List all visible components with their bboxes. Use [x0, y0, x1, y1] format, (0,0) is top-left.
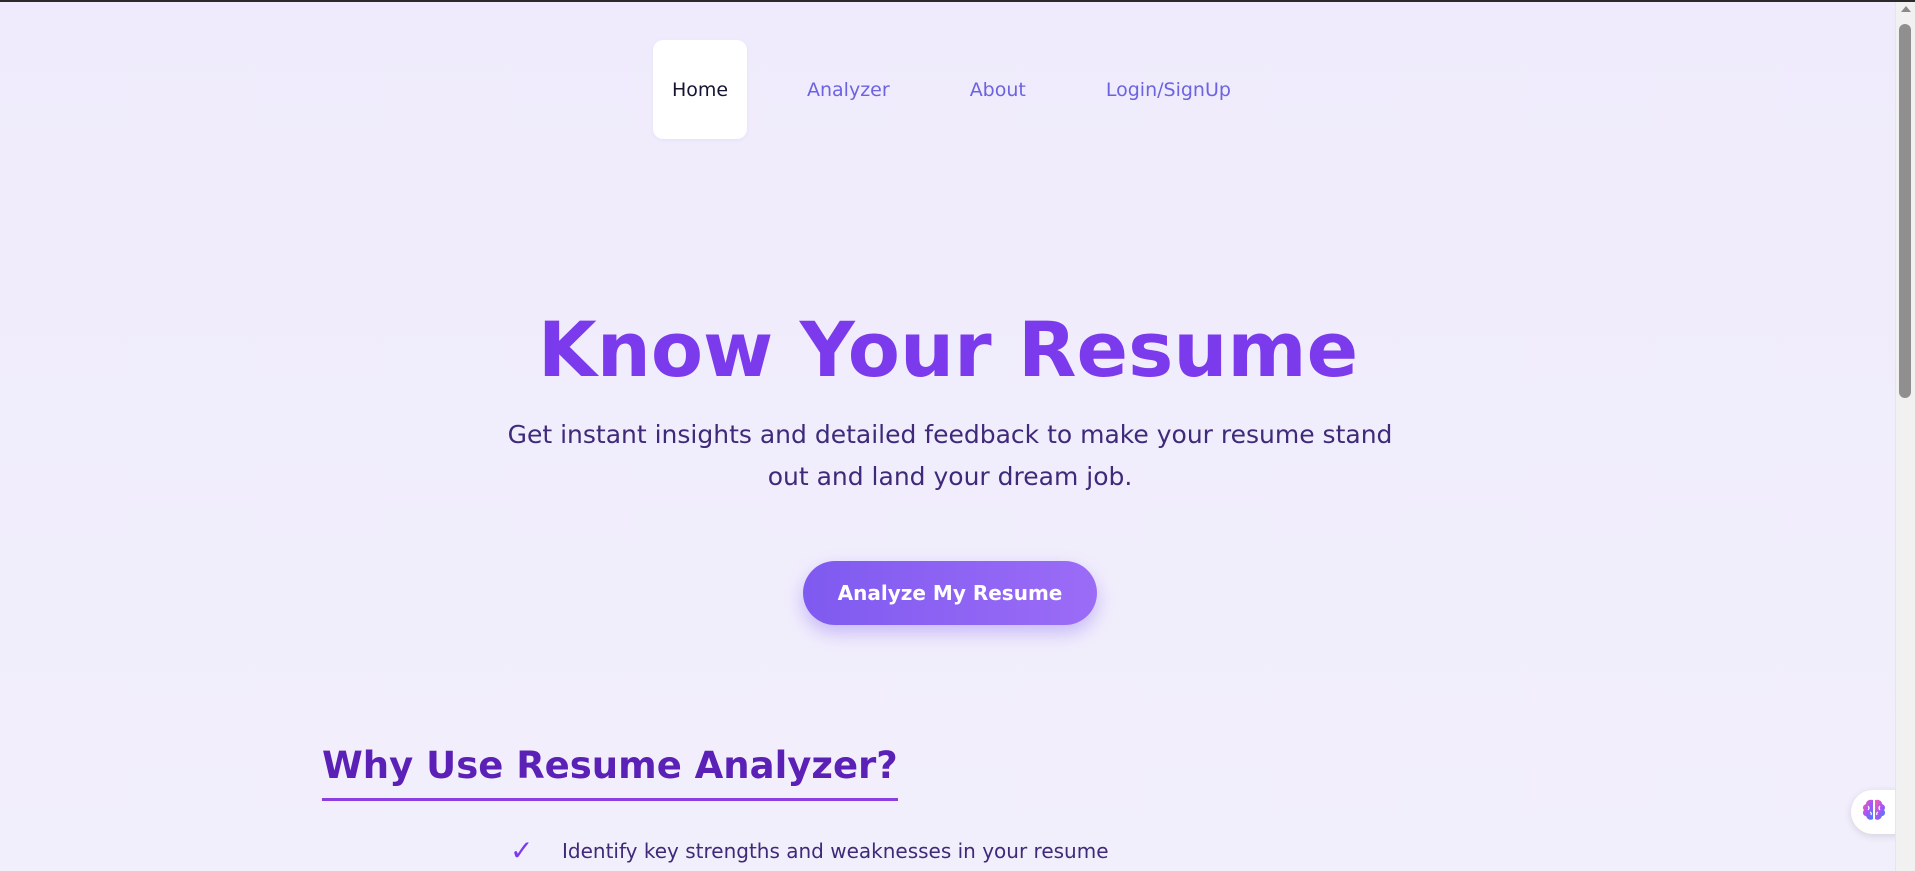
- hero-subtitle: Get instant insights and detailed feedba…: [507, 420, 1393, 491]
- nav-home-link[interactable]: Home: [653, 40, 747, 139]
- feature-text: Identify key strengths and weaknesses in…: [562, 838, 1109, 863]
- analyze-resume-button[interactable]: Analyze My Resume: [803, 561, 1097, 625]
- main-nav: Home Analyzer About Login/SignUp: [653, 40, 1231, 139]
- hero-title: Know Your Resume: [537, 305, 1359, 394]
- vertical-scrollbar[interactable]: [1895, 2, 1915, 871]
- why-section-title: Why Use Resume Analyzer?: [322, 738, 898, 801]
- feature-list-item: ✓ Identify key strengths and weaknesses …: [510, 834, 1109, 867]
- nav-about-link[interactable]: About: [970, 79, 1026, 101]
- nav-login-signup-link[interactable]: Login/SignUp: [1106, 79, 1231, 101]
- scrollbar-thumb[interactable]: [1899, 24, 1911, 398]
- assistant-widget-button[interactable]: [1851, 790, 1901, 834]
- brain-icon: [1861, 798, 1887, 826]
- checkmark-icon: ✓: [510, 834, 534, 867]
- scroll-up-arrow-icon[interactable]: [1901, 6, 1911, 12]
- nav-analyzer-link[interactable]: Analyzer: [807, 79, 890, 101]
